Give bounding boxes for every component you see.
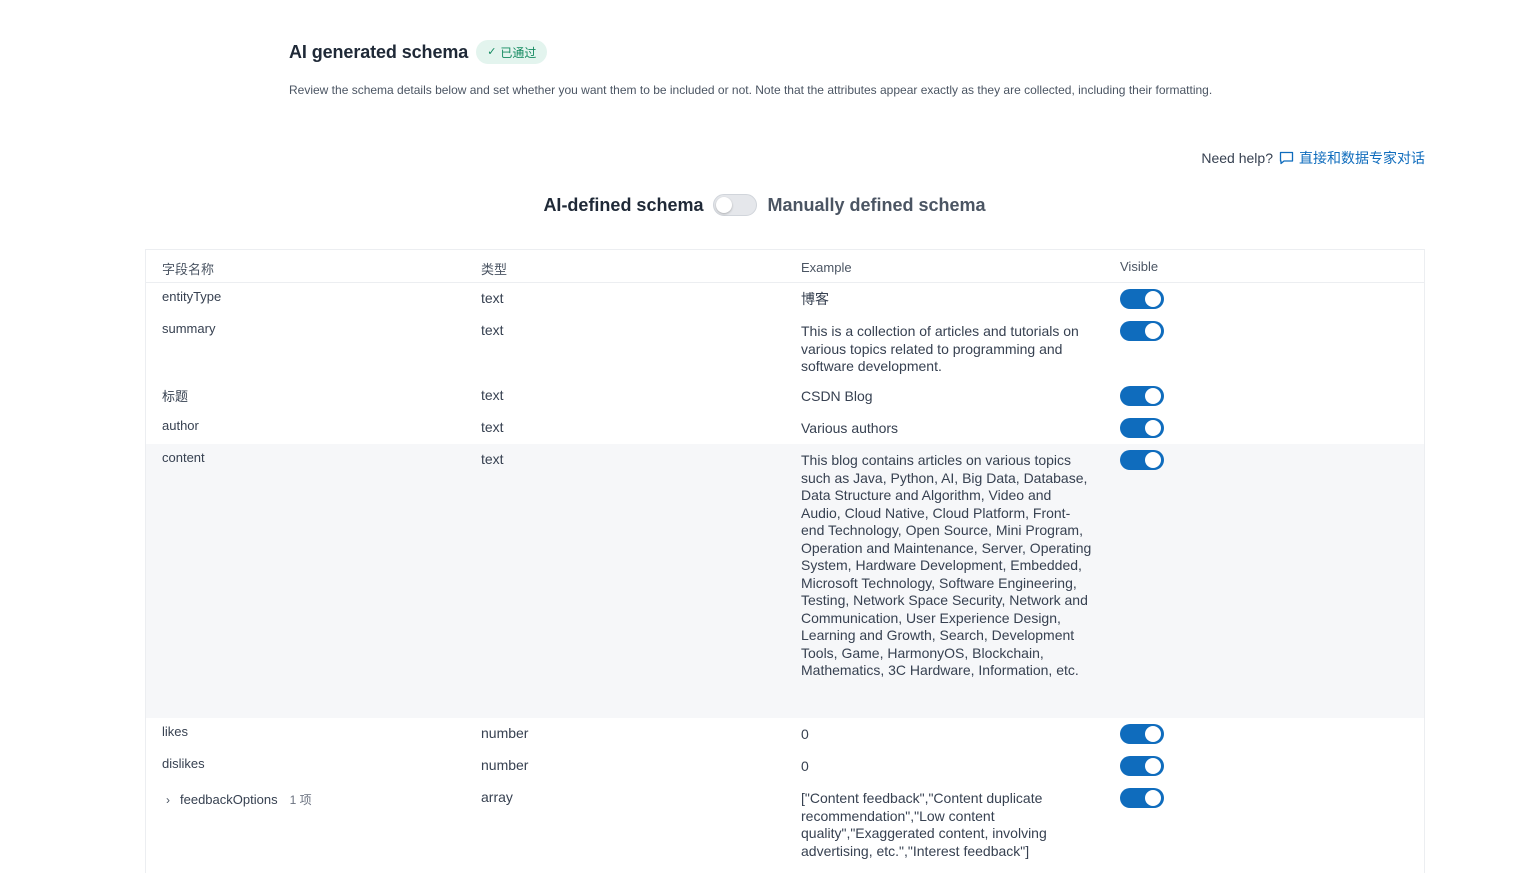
chat-icon — [1279, 151, 1294, 165]
ai-schema-label: AI-defined schema — [543, 194, 704, 215]
table-row: summary text This is a collection of art… — [146, 315, 1424, 380]
switch-knob — [1145, 726, 1161, 742]
contact-expert-label: 直接和数据专家对话 — [1299, 150, 1425, 166]
table-row: entityType text 博客 — [146, 283, 1424, 315]
switch-knob — [716, 197, 733, 213]
page-title: AI generated schema — [289, 41, 469, 62]
status-badge: ✓ 已通过 — [476, 40, 548, 64]
field-type: text — [481, 322, 504, 338]
table-row: likes number 0 — [146, 718, 1424, 750]
expand-group: › feedbackOptions 1 项 — [162, 791, 312, 808]
check-icon: ✓ — [487, 45, 497, 58]
field-name: feedbackOptions — [180, 792, 278, 807]
page-description: Review the schema details below and set … — [289, 83, 1213, 97]
field-name: entityType — [162, 289, 222, 304]
field-type: array — [481, 789, 513, 805]
manual-schema-label: Manually defined schema — [767, 194, 986, 215]
visible-toggle[interactable] — [1120, 724, 1164, 744]
field-type: text — [481, 290, 504, 306]
visible-toggle[interactable] — [1120, 386, 1164, 406]
visible-toggle[interactable] — [1120, 289, 1164, 309]
table-header: 字段名称 类型 Example Visible — [146, 250, 1424, 283]
visible-toggle[interactable] — [1120, 756, 1164, 776]
status-badge-label: 已通过 — [500, 45, 537, 60]
help-section: Need help? 直接和数据专家对话 — [1201, 148, 1425, 168]
field-name: likes — [162, 724, 189, 739]
field-name: content — [162, 450, 205, 465]
schema-mode-toggle: AI-defined schema Manually defined schem… — [0, 194, 1529, 216]
field-type: text — [481, 419, 504, 435]
column-header-type: 类型 — [481, 262, 508, 277]
column-header-name: 字段名称 — [162, 262, 215, 277]
switch-knob — [1145, 758, 1161, 774]
switch-knob — [1145, 452, 1161, 468]
contact-expert-link[interactable]: 直接和数据专家对话 — [1279, 148, 1425, 168]
table-row: dislikes number 0 — [146, 750, 1424, 782]
field-name: author — [162, 418, 199, 433]
field-example: 博客 — [801, 291, 829, 307]
field-example: 0 — [801, 726, 809, 742]
field-example: 0 — [801, 758, 809, 774]
field-example: Various authors — [801, 420, 899, 436]
column-header-example: Example — [801, 260, 852, 275]
field-type: text — [481, 387, 504, 403]
table-row: content text This blog contains articles… — [146, 444, 1424, 718]
field-example: This blog contains articles on various t… — [801, 452, 1092, 678]
title-row: AI generated schema ✓ 已通过 — [289, 40, 1249, 64]
field-example: This is a collection of articles and tut… — [801, 323, 1079, 374]
switch-knob — [1145, 790, 1161, 806]
field-name: 标题 — [162, 389, 189, 404]
switch-knob — [1145, 388, 1161, 404]
item-count: 1 项 — [289, 793, 312, 807]
field-name: dislikes — [162, 756, 205, 771]
column-header-visible: Visible — [1120, 259, 1159, 274]
field-example: CSDN Blog — [801, 388, 873, 404]
visible-toggle[interactable] — [1120, 450, 1164, 470]
switch-knob — [1145, 291, 1161, 307]
switch-knob — [1145, 420, 1161, 436]
field-example: ["Content feedback","Content duplicate r… — [801, 790, 1047, 859]
schema-review-page: AI generated schema ✓ 已通过 Review the sch… — [0, 0, 1529, 873]
help-label: Need help? — [1201, 150, 1273, 166]
header: AI generated schema ✓ 已通过 Review the sch… — [289, 40, 1249, 99]
switch-knob — [1145, 323, 1161, 339]
field-type: text — [481, 451, 504, 467]
field-name-expandable: › feedbackOptions 1 项 — [162, 791, 312, 808]
chevron-right-icon[interactable]: › — [162, 793, 174, 807]
table-row: › feedbackOptions 1 项 array ["Content fe… — [146, 782, 1424, 873]
table-row: author text Various authors — [146, 412, 1424, 444]
field-name: summary — [162, 321, 216, 336]
table-row: 标题 text CSDN Blog — [146, 380, 1424, 412]
schema-table: 字段名称 类型 Example Visible entityType text … — [145, 249, 1425, 873]
field-type: number — [481, 757, 529, 773]
visible-toggle[interactable] — [1120, 321, 1164, 341]
visible-toggle[interactable] — [1120, 788, 1164, 808]
schema-mode-switch[interactable] — [713, 194, 758, 216]
field-type: number — [481, 725, 529, 741]
visible-toggle[interactable] — [1120, 418, 1164, 438]
